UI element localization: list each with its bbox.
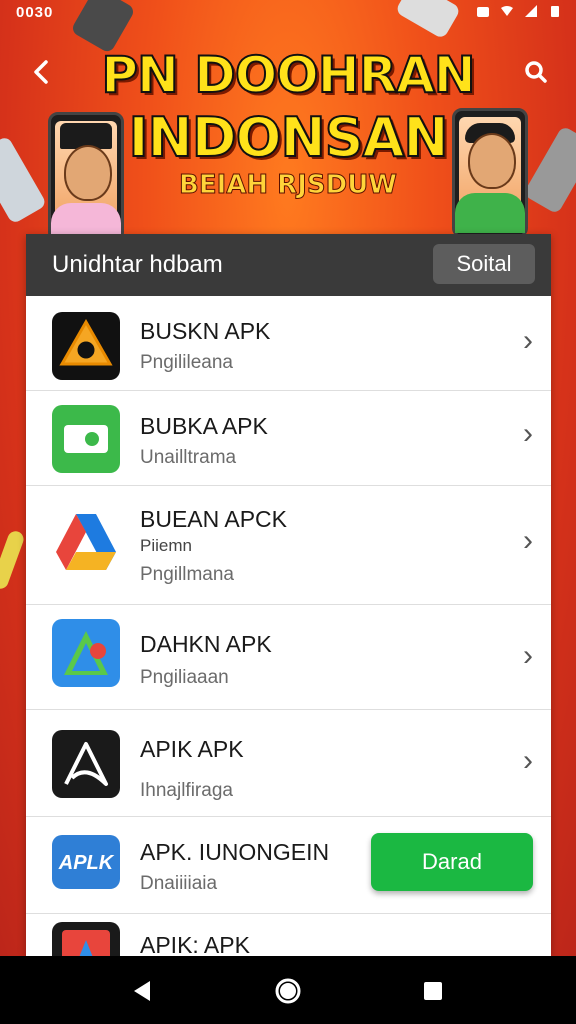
- app-icon: [52, 312, 120, 380]
- list-item[interactable]: BUBKA APK Unailltrama ›: [26, 391, 551, 486]
- app-name: APIK: APK: [140, 932, 250, 956]
- search-icon: [525, 61, 547, 83]
- sort-button[interactable]: Soital: [433, 244, 535, 284]
- home-nav-icon[interactable]: [273, 976, 303, 1006]
- chevron-right-icon: ›: [523, 944, 533, 956]
- signal-icon: [525, 5, 537, 17]
- app-category: Pngilileana: [140, 352, 233, 373]
- chevron-right-icon: ›: [523, 324, 533, 357]
- app-name: BUSKN APK: [140, 318, 271, 344]
- app-name: APK. IUNONGEIN: [140, 839, 330, 865]
- list-item[interactable]: BUEAN APCK Piiemn Pngillmana ›: [26, 486, 551, 605]
- back-button[interactable]: [24, 54, 60, 90]
- app-category: Dnaiiiiaia: [140, 873, 218, 894]
- status-icons: [476, 4, 562, 18]
- app-category: Ihnajlfiraga: [140, 780, 233, 801]
- app-name: BUEAN APCK: [140, 506, 287, 532]
- wifi-icon: [501, 6, 513, 16]
- svg-text:APLK: APLK: [58, 852, 115, 874]
- phone-decoration: [0, 135, 48, 225]
- confetti-decoration: [0, 529, 26, 591]
- chevron-right-icon: ›: [523, 524, 533, 557]
- app-store-icon: [64, 631, 108, 675]
- banner-title: PN DOOHRAN: [100, 45, 476, 105]
- chevron-right-icon: ›: [523, 744, 533, 777]
- phone-decoration: [522, 125, 576, 215]
- app-name: DAHKN APK: [140, 631, 272, 657]
- money-app-icon: [64, 425, 108, 453]
- search-button[interactable]: [518, 54, 554, 90]
- drive-app-icon: [56, 514, 116, 570]
- app-icon: [52, 619, 120, 687]
- chevron-right-icon: ›: [523, 639, 533, 672]
- list-header: Unidhtar hdbam Soital: [26, 234, 551, 296]
- arrow-left-icon: [34, 60, 48, 84]
- app-category: Unailltrama: [140, 447, 237, 468]
- back-nav-icon[interactable]: [128, 976, 158, 1006]
- recents-nav-icon[interactable]: [418, 976, 448, 1006]
- list-item[interactable]: APIK APK Ihnajlfiraga ›: [26, 710, 551, 817]
- apik-app-icon: [64, 742, 108, 786]
- app-icon: [52, 405, 120, 473]
- app-category: Pngiliaaan: [140, 667, 229, 688]
- app-category: Pngillmana: [140, 564, 234, 585]
- app-icon: [52, 922, 120, 956]
- apik-app-icon: [62, 930, 110, 956]
- list-item[interactable]: DAHKN APK Pngiliaaan ›: [26, 605, 551, 710]
- system-navigation-bar: [0, 956, 576, 1024]
- list-item[interactable]: APLK APK. IUNONGEIN Dnaiiiiaia Darad: [26, 817, 551, 914]
- app-list-card: Unidhtar hdbam Soital BUSKN APK Pngilile…: [26, 234, 551, 956]
- apk-app-icon: APLK: [58, 852, 115, 874]
- list-title: Unidhtar hdbam: [52, 251, 223, 278]
- chevron-right-icon: ›: [523, 417, 533, 450]
- battery-icon: [551, 6, 559, 17]
- app-icon: [52, 730, 120, 798]
- banner-title: INDONSAN: [127, 105, 449, 170]
- app-icon: [52, 508, 120, 576]
- app-icon: APLK: [52, 835, 120, 889]
- app-name: BUBKA APK: [140, 413, 268, 439]
- notification-icon: [477, 7, 489, 17]
- banner-subtitle: BEIAH RJSDUW: [179, 170, 398, 201]
- status-time: 0030: [16, 4, 54, 21]
- download-button[interactable]: Darad: [371, 833, 533, 891]
- camera-app-icon: [59, 318, 113, 366]
- app-subtitle: Piiemn: [140, 536, 192, 555]
- list-item[interactable]: BUSKN APK Pngilileana ›: [26, 296, 551, 391]
- app-name: APIK APK: [140, 736, 244, 762]
- list-item[interactable]: APIK: APK ›: [26, 914, 551, 956]
